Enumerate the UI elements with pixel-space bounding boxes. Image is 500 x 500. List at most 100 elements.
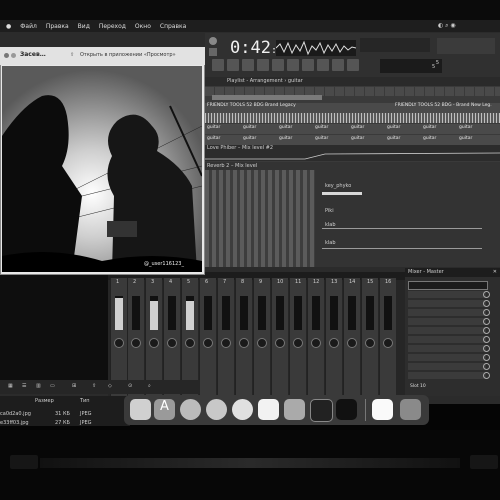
column-header-size[interactable]: Размер [35,398,54,404]
list-view-icon[interactable]: ☰ [22,383,26,389]
fader[interactable] [240,296,248,330]
fader[interactable] [348,296,356,330]
mixer-strip[interactable]: 11 [289,278,306,396]
browser-button[interactable] [272,59,284,71]
pan-knob[interactable] [365,338,375,348]
mixer-strip[interactable]: 10 [271,278,288,396]
mixer-strip[interactable]: 4 [163,278,180,396]
menu-edit[interactable]: Правка [46,23,69,30]
status-icons[interactable]: ◐ ⌕ ◉ [438,22,456,30]
effect-preset-dropdown[interactable]: (none) [408,281,488,299]
menu-go[interactable]: Переход [99,23,126,30]
notes-icon[interactable] [336,399,357,420]
mixer-strip[interactable]: 6 [199,278,216,396]
mixer-strip[interactable]: 16 [379,278,396,396]
action-icon[interactable]: ⊙ [128,383,132,389]
slot-toggle[interactable] [483,300,490,307]
group-icon[interactable]: ⊞ [72,383,76,389]
effect-slot[interactable]: Slot 5 [408,327,486,344]
share-icon[interactable]: ⇪ [70,52,74,58]
tag-icon[interactable]: ◇ [108,383,112,389]
mixer-strip[interactable]: 1 [110,278,127,396]
pan-knob[interactable] [275,338,285,348]
key-power[interactable] [470,455,498,469]
stop-button[interactable] [209,48,217,56]
channel-rack-button[interactable] [242,59,254,71]
fader[interactable] [384,296,392,330]
fader[interactable] [204,296,212,330]
preview-icon[interactable] [372,399,393,420]
note-bar[interactable] [322,192,362,195]
file-row[interactable]: ca0d2a0.jpg 31 КБ JPEG [0,411,125,418]
loop-region[interactable] [212,95,322,100]
playlist-button[interactable] [212,59,224,71]
effect-slot[interactable]: Fruity Phaser 2 [408,345,486,362]
pan-knob[interactable] [167,338,177,348]
mixer-strip[interactable]: 13 [325,278,342,396]
slot-toggle[interactable] [483,354,490,361]
piano-roll-button[interactable] [227,59,239,71]
apple-icon[interactable]: ● [6,23,11,30]
pan-knob[interactable] [221,338,231,348]
pan-knob[interactable] [383,338,393,348]
metronome-button[interactable] [317,59,329,71]
slot-toggle[interactable] [483,309,490,316]
gallery-view-icon[interactable]: ▭ [50,383,55,389]
mixer-strip[interactable]: 5 [181,278,198,396]
menu-help[interactable]: Справка [160,23,186,30]
pan-knob[interactable] [293,338,303,348]
fader[interactable] [294,296,302,330]
effect-slot[interactable]: Slot 6 [408,336,486,353]
pan-knob[interactable] [329,338,339,348]
pan-knob[interactable] [185,338,195,348]
mixer-strip[interactable]: 9 [253,278,270,396]
countdown-button[interactable] [347,59,359,71]
column-view-icon[interactable]: ▥ [36,383,41,389]
slot-toggle[interactable] [483,363,490,370]
pan-knob[interactable] [347,338,357,348]
pan-knob[interactable] [149,338,159,348]
menu-file[interactable]: Файл [20,23,37,30]
fader[interactable] [258,296,266,330]
appstore-icon[interactable]: A [154,399,175,420]
slot-toggle[interactable] [483,327,490,334]
fader[interactable] [312,296,320,330]
fader[interactable] [222,296,230,330]
pan-knob[interactable] [114,338,124,348]
effect-slot[interactable]: Fruity Soft Clipper [408,354,486,371]
pan-knob[interactable] [311,338,321,348]
track-guitar-1[interactable]: guitar guitar guitar guitar guitar guita… [205,124,500,134]
search-icon[interactable]: ⌕ [148,383,151,389]
fader[interactable] [132,296,140,330]
open-in-preview-button[interactable]: Открыть в приложении «Просмотр» [80,52,176,58]
slot-toggle[interactable] [483,372,490,379]
minimize-window-button[interactable] [11,53,16,58]
fader[interactable] [276,296,284,330]
mixer-strip[interactable]: 15 [361,278,378,396]
pan-knob[interactable] [203,338,213,348]
mixer-strip[interactable]: 3 [145,278,162,396]
fader[interactable] [168,296,176,330]
effect-slot[interactable]: Slot 3 [408,309,486,326]
effect-slot[interactable]: Slot 9 [408,363,486,380]
mixer-strip[interactable]: 8 [235,278,252,396]
share-icon[interactable]: ⇪ [92,383,96,389]
key-esc[interactable] [10,455,38,469]
close-icon[interactable]: ✕ [493,269,497,275]
effect-slot[interactable]: FruityReverb 2 [408,300,486,317]
mixer-strip[interactable]: 14 [343,278,360,396]
terminal-icon[interactable] [310,399,333,422]
mixer-button[interactable] [257,59,269,71]
chrome-alt-icon[interactable] [232,399,253,420]
slot-toggle[interactable] [483,318,490,325]
pan-knob[interactable] [131,338,141,348]
system-prefs-icon[interactable] [284,399,305,420]
fader[interactable] [366,296,374,330]
mixer-strip[interactable]: 12 [307,278,324,396]
grid-view-icon[interactable]: ▦ [8,383,13,389]
track-guitar-2[interactable]: guitar guitar guitar guitar guitar guita… [205,135,500,145]
effect-slot[interactable]: Slot 10 [408,372,486,389]
pan-knob[interactable] [257,338,267,348]
telegram-icon[interactable] [180,399,201,420]
file-row[interactable]: e33ff03.jpg 27 КБ JPEG [0,420,125,427]
